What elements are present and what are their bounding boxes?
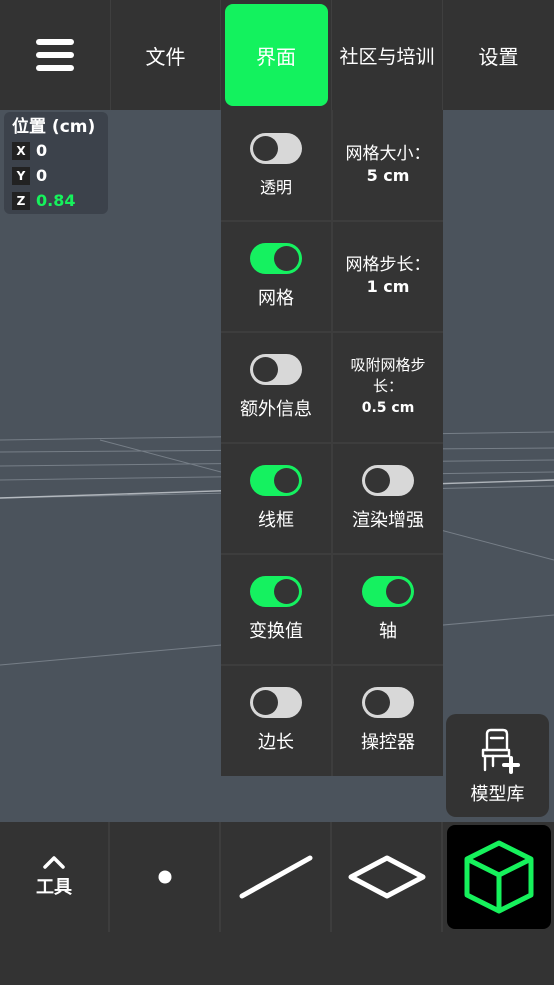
position-title: 位置 (cm) xyxy=(12,117,96,137)
extra-info-toggle[interactable] xyxy=(250,353,302,385)
grid-size-title: 网格大小： xyxy=(345,143,431,164)
transparent-toggle[interactable] xyxy=(250,132,302,164)
axis-toggle[interactable] xyxy=(362,575,414,607)
axis-toggle-cell[interactable]: 轴 xyxy=(333,554,443,664)
manipulator-toggle[interactable] xyxy=(362,686,414,718)
line-tool-button[interactable] xyxy=(222,822,332,932)
x-axis-badge: X xyxy=(12,141,30,160)
cube-tool-active xyxy=(447,825,551,929)
plane-icon xyxy=(348,855,426,899)
bottom-toolbar: 工具 xyxy=(0,822,554,932)
tab-community-label: 社区与培训 xyxy=(339,45,435,68)
x-value: 0 xyxy=(36,141,48,160)
tab-community[interactable]: 社区与培训 xyxy=(332,0,443,110)
tools-label: 工具 xyxy=(36,877,72,898)
system-navigation-bar xyxy=(0,932,554,985)
hamburger-icon xyxy=(36,39,74,71)
render-enhance-toggle-cell[interactable]: 渲染增强 xyxy=(333,443,443,553)
edge-length-toggle[interactable] xyxy=(250,686,302,718)
position-z-row: Z 0.84 xyxy=(12,188,100,213)
snap-grid-step-cell[interactable]: 吸附网格步长： 0.5 cm xyxy=(333,332,443,442)
cube-icon xyxy=(464,840,534,914)
position-panel: 位置 (cm) X 0 Y 0 Z 0.84 xyxy=(4,112,108,214)
transparent-toggle-cell[interactable]: 透明 xyxy=(221,110,331,220)
grid-toggle[interactable] xyxy=(250,242,302,274)
chevron-up-icon xyxy=(43,856,65,869)
line-icon xyxy=(239,855,313,899)
grid-size-cell[interactable]: 网格大小： 5 cm xyxy=(333,110,443,220)
point-icon xyxy=(158,870,172,884)
transform-values-label: 变换值 xyxy=(249,620,303,642)
edge-length-label: 边长 xyxy=(258,731,294,753)
y-value: 0 xyxy=(36,166,48,185)
plane-tool-button[interactable] xyxy=(333,822,443,932)
point-tool-button[interactable] xyxy=(111,822,221,932)
extra-info-toggle-cell[interactable]: 额外信息 xyxy=(221,332,331,442)
grid-label: 网格 xyxy=(258,287,294,309)
position-x-row: X 0 xyxy=(12,138,100,163)
snap-grid-step-value: 0.5 cm xyxy=(361,400,415,416)
tools-button[interactable]: 工具 xyxy=(0,822,110,932)
render-enhance-label: 渲染增强 xyxy=(352,509,424,531)
grid-size-value: 5 cm xyxy=(366,165,410,185)
top-menu-bar: 文件 界面 社区与培训 设置 xyxy=(0,0,554,110)
extra-info-label: 额外信息 xyxy=(240,398,312,420)
chair-add-icon xyxy=(481,728,520,774)
axis-label: 轴 xyxy=(379,620,397,642)
grid-step-value: 1 cm xyxy=(366,276,410,296)
tab-interface-active: 界面 xyxy=(224,4,328,106)
wireframe-toggle-cell[interactable]: 线框 xyxy=(221,443,331,553)
interface-dropdown-menu: 透明 网格大小： 5 cm 网格 网格步长： 1 cm 额外信息 吸附网格步长：… xyxy=(221,110,443,776)
grid-step-title: 网格步长： xyxy=(345,254,431,275)
grid-step-cell[interactable]: 网格步长： 1 cm xyxy=(333,221,443,331)
model-library-button[interactable]: 模型库 xyxy=(446,714,549,817)
position-y-row: Y 0 xyxy=(12,163,100,188)
z-value: 0.84 xyxy=(36,191,76,210)
transparent-label: 透明 xyxy=(259,177,292,197)
grid-toggle-cell[interactable]: 网格 xyxy=(221,221,331,331)
model-library-label: 模型库 xyxy=(470,783,525,805)
y-axis-badge: Y xyxy=(12,166,30,185)
tab-settings[interactable]: 设置 xyxy=(443,0,554,110)
hamburger-menu-button[interactable] xyxy=(0,0,111,110)
tab-interface[interactable]: 界面 xyxy=(221,0,332,110)
wireframe-label: 线框 xyxy=(258,509,294,531)
transform-values-toggle-cell[interactable]: 变换值 xyxy=(221,554,331,664)
manipulator-label: 操控器 xyxy=(361,731,415,753)
tab-settings-label: 设置 xyxy=(478,44,519,69)
snap-grid-step-title: 吸附网格步长： xyxy=(350,356,426,395)
tab-file-label: 文件 xyxy=(145,44,186,69)
tab-file[interactable]: 文件 xyxy=(111,0,221,110)
z-axis-badge: Z xyxy=(12,191,30,210)
cube-tool-button[interactable] xyxy=(444,822,554,932)
render-enhance-toggle[interactable] xyxy=(362,464,414,496)
edge-length-toggle-cell[interactable]: 边长 xyxy=(221,665,331,775)
wireframe-toggle[interactable] xyxy=(250,464,302,496)
tab-interface-label: 界面 xyxy=(256,44,296,69)
manipulator-toggle-cell[interactable]: 操控器 xyxy=(333,665,443,775)
transform-values-toggle[interactable] xyxy=(250,575,302,607)
